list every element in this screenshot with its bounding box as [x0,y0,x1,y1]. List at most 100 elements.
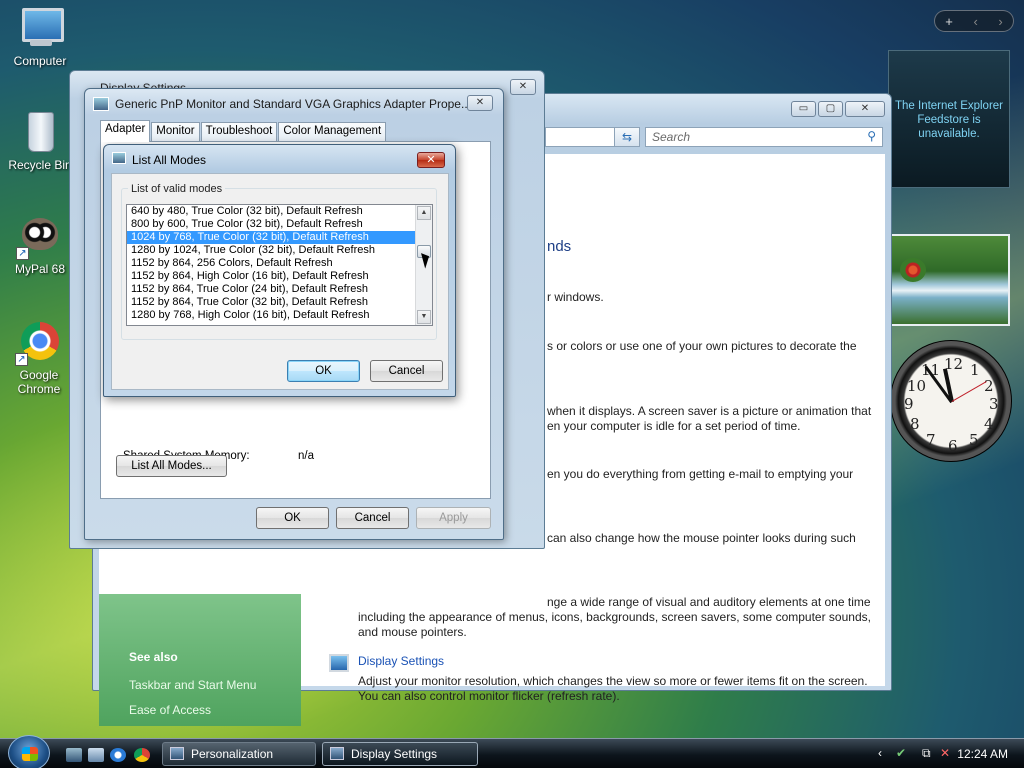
apply-button[interactable]: Apply [416,507,491,529]
mode-list-item[interactable]: 1152 by 864, True Color (32 bit), Defaul… [127,296,432,309]
feed-headlines-gadget[interactable]: The Internet Explorer Feedstore is unava… [888,50,1010,188]
network-icon[interactable]: ⧉ [922,746,931,761]
internet-explorer-icon[interactable] [110,748,126,762]
clock-number: 8 [910,415,920,433]
add-gadget-button[interactable]: + [945,14,953,29]
clock-number: 3 [989,395,999,413]
clock-number: 7 [926,431,936,449]
group-label: List of valid modes [128,183,226,195]
close-button[interactable]: ✕ [510,79,536,95]
taskbar-button-display-settings[interactable]: Display Settings [322,742,478,766]
cancel-button[interactable]: Cancel [336,507,409,529]
clock-time[interactable]: 12:24 AM [957,747,1008,761]
refresh-button[interactable]: ⇆ [614,127,640,147]
sidebar-controls: + ‹ › [934,10,1014,32]
theme-desc: nge a wide range of visual and auditory … [547,595,871,609]
cancel-button[interactable]: Cancel [370,360,443,382]
taskbar: Personalization Display Settings ‹ ✔ ⧉ ✕… [0,735,1024,768]
desktop-icon-mypal[interactable]: ↗ MyPal 68 [0,212,80,276]
search-placeholder: Search [652,130,691,144]
taskbar-button-label: Personalization [191,747,274,761]
tab-troubleshoot[interactable]: Troubleshoot [200,122,278,142]
display-settings-icon [330,747,344,760]
window-controls: ▭ ▢ ✕ [791,101,885,117]
clock-number: 9 [904,395,914,413]
next-page-button[interactable]: › [998,14,1002,29]
search-input[interactable]: Search ⚲ [645,127,883,147]
taskbar-start-menu-link[interactable]: Taskbar and Start Menu [129,678,256,692]
chrome-icon: ↗ [15,318,63,366]
mode-list-item[interactable]: 1152 by 864, True Color (24 bit), Defaul… [127,283,432,296]
sounds-desc: en you do everything from getting e-mail… [547,467,854,481]
clock-number: 4 [984,415,994,433]
slideshow-gadget[interactable] [890,234,1010,326]
feed-message: The Internet Explorer Feedstore is unava… [894,100,1004,140]
mode-list-item[interactable]: 1280 by 1024, True Color (32 bit), Defau… [127,244,432,257]
page-title: nds [547,238,572,255]
security-icon[interactable]: ✔ [896,746,906,760]
start-button[interactable] [8,735,50,768]
minimize-button[interactable]: ▭ [791,101,816,117]
dialog-body: List of valid modes 640 by 480, True Col… [111,173,449,390]
maximize-button[interactable]: ▢ [818,101,843,117]
recycle-bin-icon [16,108,64,156]
clock-number: 5 [969,431,979,449]
monitor-icon [112,152,126,164]
volume-muted-icon[interactable]: ✕ [940,746,950,760]
search-icon[interactable]: ⚲ [867,129,876,143]
desktop-icon-computer[interactable]: Computer [0,4,80,68]
modes-listbox[interactable]: 640 by 480, True Color (32 bit), Default… [126,204,433,326]
see-also-heading: See also [129,650,178,664]
previous-page-button[interactable]: ‹ [973,14,977,29]
list-all-modes-dialog[interactable]: List All Modes ✕ List of valid modes 640… [103,144,456,397]
display-settings-link[interactable]: Display Settings [358,654,444,669]
second-hand [951,381,987,402]
desktop-icon-recycle-bin[interactable]: Recycle Bin [0,108,80,172]
screen-saver-desc: when it displays. A screen saver is a pi… [547,404,872,418]
personalization-icon [170,747,184,760]
chevron-left-icon[interactable]: ‹ [878,746,882,760]
mode-list-item[interactable]: 1024 by 768, True Color (32 bit), Defaul… [127,231,432,244]
close-button[interactable]: ✕ [417,152,445,168]
theme-desc-2: including the appearance of menus, icons… [358,610,871,624]
scroll-up-arrow[interactable]: ▲ [417,206,431,220]
list-all-modes-button[interactable]: List All Modes... [116,455,227,477]
desktop-background-desc: s or colors or use one of your own pictu… [547,339,857,353]
dialog-title: List All Modes [132,153,207,167]
shortcut-arrow-icon: ↗ [16,247,29,260]
ok-button[interactable]: OK [287,360,360,382]
switch-windows-icon[interactable] [88,748,104,762]
tab-monitor[interactable]: Monitor [151,122,200,142]
window-color-desc: r windows. [547,290,604,304]
ok-button[interactable]: OK [256,507,329,529]
mode-list-item[interactable]: 1280 by 768, High Color (16 bit), Defaul… [127,309,432,322]
tab-bar: Adapter Monitor Troubleshoot Color Manag… [100,120,387,142]
mode-list-item[interactable]: 1152 by 864, 256 Colors, Default Refresh [127,257,432,270]
display-settings-icon [329,654,349,672]
theme-desc-3: and mouse pointers. [358,625,467,639]
ease-of-access-link[interactable]: Ease of Access [129,703,211,717]
chrome-icon[interactable] [134,748,150,762]
desktop-icon-label: Computer [13,54,67,68]
taskbar-button-personalization[interactable]: Personalization [162,742,316,766]
tab-adapter[interactable]: Adapter [100,120,151,142]
system-tray: ‹ ✔ ⧉ ✕ 12:24 AM [870,742,1020,766]
clock-gadget[interactable]: 12 1 2 3 4 5 6 7 8 9 10 11 [890,340,1012,462]
mypal-icon: ↗ [16,212,64,260]
mouse-pointers-desc: can also change how the mouse pointer lo… [547,531,856,545]
clock-number: 2 [984,377,994,395]
clock-number: 10 [907,377,927,395]
shared-memory-value: n/a [298,450,314,462]
close-button[interactable]: ✕ [845,101,885,117]
close-button[interactable]: ✕ [467,95,493,111]
desktop-icon-google-chrome[interactable]: ↗ Google Chrome [0,318,78,396]
clock-number: 1 [970,361,980,379]
desktop-icon-label: Google Chrome [17,368,61,396]
mode-list-item[interactable]: 800 by 600, True Color (32 bit), Default… [127,218,432,231]
mode-list-item[interactable]: 640 by 480, True Color (32 bit), Default… [127,205,432,218]
show-desktop-icon[interactable] [66,748,82,762]
clock-number: 6 [948,437,958,455]
tab-color-management[interactable]: Color Management [278,122,387,142]
mode-list-item[interactable]: 1152 by 864, High Color (16 bit), Defaul… [127,270,432,283]
scroll-down-arrow[interactable]: ▼ [417,310,431,324]
